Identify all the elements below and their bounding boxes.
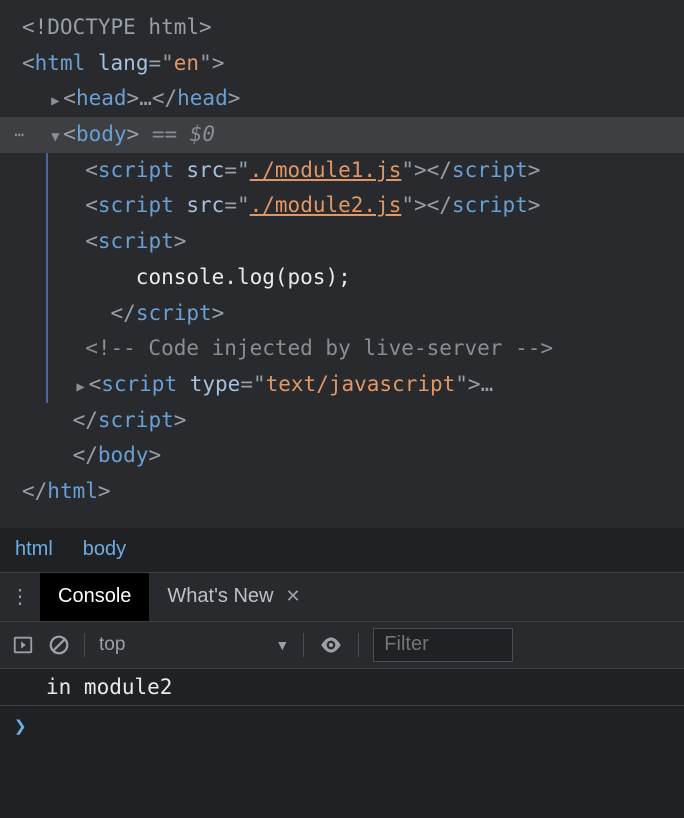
tag-body: body [76, 117, 127, 153]
tab-label: What's New [167, 585, 273, 608]
console-toolbar: top ▼ [0, 621, 684, 669]
expand-arrow-icon[interactable]: ▶ [73, 376, 89, 400]
attr-value: en [174, 46, 199, 82]
overflow-dots-icon: ⋯ [0, 117, 22, 153]
live-expression-icon[interactable] [318, 632, 344, 658]
drawer-tabstrip: ⋮ Console What's New ✕ [0, 573, 684, 621]
toolbar-divider [358, 633, 359, 657]
console-prompt[interactable]: ❯ [0, 706, 684, 746]
tab-label: Console [58, 585, 131, 608]
elements-dom-tree[interactable]: <!DOCTYPE html> <html lang="en"> ▶<head>… [0, 0, 684, 528]
context-label: top [99, 634, 125, 656]
indent-guide [46, 153, 48, 189]
code-line[interactable]: </body> [0, 438, 684, 474]
attr-src: src [186, 188, 224, 224]
code-line[interactable]: <!-- Code injected by live-server --> [0, 331, 684, 367]
code-line[interactable]: ▶<script type="text/javascript">… [0, 367, 684, 403]
toolbar-divider [303, 633, 304, 657]
indent-guide [46, 188, 48, 224]
chevron-down-icon: ▼ [275, 637, 289, 653]
breadcrumb-html[interactable]: html [0, 538, 68, 561]
tag-body-close: body [98, 438, 149, 474]
code-line[interactable]: </script> [0, 296, 684, 332]
tag-script: script [98, 153, 174, 189]
indent-guide [46, 260, 48, 296]
toggle-sidebar-icon[interactable] [12, 634, 34, 656]
code-line[interactable]: </script> [0, 403, 684, 439]
console-output[interactable]: in module2 ❯ [0, 669, 684, 818]
indent-guide [46, 367, 48, 403]
ellipsis: … [139, 81, 152, 117]
code-line[interactable]: <!DOCTYPE html> [0, 10, 684, 46]
tag-script: script [101, 367, 177, 403]
tab-whats-new[interactable]: What's New ✕ [149, 573, 318, 621]
collapse-arrow-icon[interactable]: ▼ [47, 126, 63, 150]
filter-input[interactable] [373, 628, 513, 662]
code-line[interactable]: </html> [0, 474, 684, 510]
breadcrumb-body[interactable]: body [68, 538, 141, 561]
expand-arrow-icon[interactable]: ▶ [47, 90, 63, 114]
kebab-menu-icon[interactable]: ⋮ [0, 584, 40, 609]
toolbar-divider [84, 633, 85, 657]
close-icon[interactable]: ✕ [285, 586, 300, 607]
clear-console-icon[interactable] [48, 634, 70, 656]
indent-guide [46, 224, 48, 260]
src-link[interactable]: ./module2.js [250, 188, 402, 224]
tag-head: head [76, 81, 127, 117]
attr-type: type [190, 367, 241, 403]
tag-script: script [98, 188, 174, 224]
code-line[interactable]: <script> [0, 224, 684, 260]
code-line[interactable]: console.log(pos); [0, 260, 684, 296]
src-link[interactable]: ./module1.js [250, 153, 402, 189]
attr-lang: lang [98, 46, 149, 82]
selection-ref: == $0 [152, 117, 215, 153]
execution-context-select[interactable]: top ▼ [99, 634, 289, 656]
tab-console[interactable]: Console [40, 573, 149, 621]
tag-html: html [35, 46, 86, 82]
indent-guide [46, 296, 48, 332]
indent-guide [46, 331, 48, 367]
html-comment: <!-- Code injected by live-server --> [85, 331, 553, 367]
inline-js: console.log(pos); [136, 260, 351, 296]
ellipsis: … [481, 367, 494, 403]
code-line[interactable]: ▶<head>…</head> [0, 81, 684, 117]
code-line[interactable]: <script src="./module2.js"></script> [0, 188, 684, 224]
attr-value: text/javascript [266, 367, 456, 403]
attr-src: src [186, 153, 224, 189]
tag-html-close: html [47, 474, 98, 510]
code-line[interactable]: <html lang="en"> [0, 46, 684, 82]
code-line-selected[interactable]: ⋯ ▼<body> == $0 [0, 117, 684, 153]
code-line[interactable]: <script src="./module1.js"></script> [0, 153, 684, 189]
console-message[interactable]: in module2 [0, 669, 684, 706]
breadcrumb-bar: html body [0, 528, 684, 573]
doctype: <!DOCTYPE html> [22, 10, 212, 46]
tag-script: script [98, 224, 174, 260]
